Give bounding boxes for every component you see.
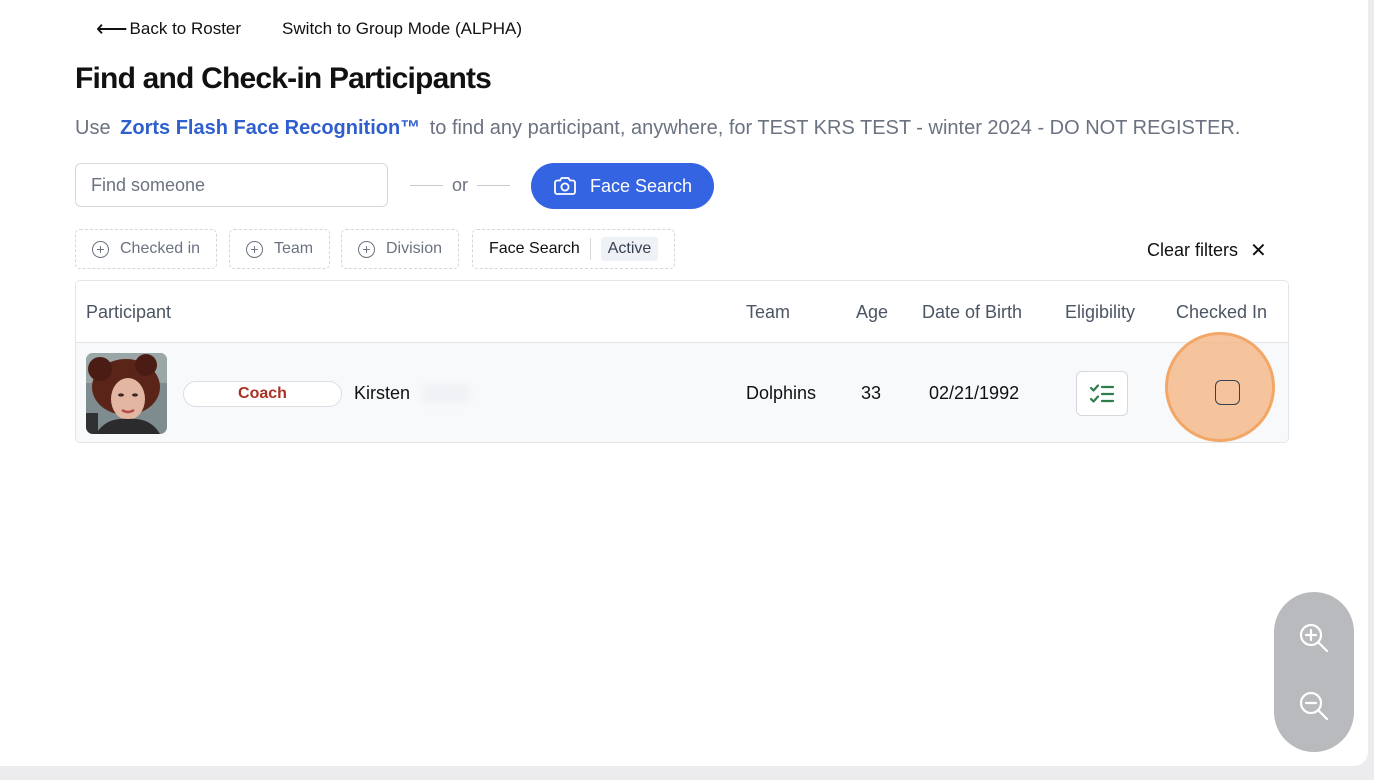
filter-chip-checked-in[interactable]: + Checked in — [75, 229, 218, 269]
zoom-out-button[interactable] — [1296, 688, 1332, 724]
filter-chip-label: Face Search — [489, 240, 580, 257]
subtitle-prefix: Use — [75, 117, 111, 139]
redacted-last-name — [422, 384, 470, 404]
eligibility-button[interactable] — [1076, 371, 1128, 416]
zoom-in-button[interactable] — [1296, 620, 1332, 656]
face-search-button-label: Face Search — [589, 175, 693, 196]
filter-chip-face-search[interactable]: Face Search Active — [472, 229, 676, 269]
clear-filters-button[interactable]: Clear filters ✕ — [1147, 238, 1267, 263]
avatar — [86, 353, 167, 434]
zoom-in-icon — [1299, 623, 1329, 653]
or-label: or — [452, 175, 469, 195]
zoom-out-icon — [1299, 691, 1329, 721]
column-header-participant: Participant — [86, 302, 172, 322]
checked-in-checkbox[interactable] — [1215, 380, 1240, 405]
plus-circle-icon: + — [92, 240, 109, 258]
checklist-icon — [1089, 383, 1115, 403]
filter-chip-label: Division — [386, 240, 443, 257]
participant-photo — [86, 353, 167, 434]
close-icon: ✕ — [1250, 240, 1267, 262]
subtitle-suffix: to find any participant, anywhere, for T… — [429, 117, 1241, 139]
team-cell: Dolphins — [746, 383, 817, 403]
brand-name: Zorts Flash Face Recognition™ — [120, 117, 421, 139]
zoom-controls — [1274, 592, 1354, 752]
arrow-left-icon: ⟵ — [96, 16, 128, 41]
filter-chip-team[interactable]: + Team — [229, 229, 331, 269]
column-header-checked-in: Checked In — [1176, 302, 1268, 322]
filter-chip-label: Checked in — [120, 240, 201, 257]
find-someone-input[interactable] — [75, 163, 388, 207]
separator-line-left — [410, 185, 443, 186]
clear-filters-label: Clear filters — [1147, 240, 1239, 260]
face-search-button[interactable]: Face Search — [531, 163, 714, 209]
plus-circle-icon: + — [358, 240, 375, 258]
back-to-roster-label: Back to Roster — [129, 19, 242, 38]
column-header-date-of-birth: Date of Birth — [922, 302, 1023, 322]
participant-name: Kirsten — [354, 383, 411, 403]
or-separator: or — [410, 175, 511, 196]
table-row[interactable]: Coach Kirsten Dolphins 33 02/21/1992 — [76, 332, 1288, 442]
filter-chip-value: Active — [600, 237, 659, 261]
role-badge: Coach — [183, 381, 342, 407]
column-header-team: Team — [746, 302, 791, 322]
dob-cell: 02/21/1992 — [929, 383, 1020, 403]
column-header-age: Age — [856, 302, 889, 322]
chip-divider — [589, 238, 591, 260]
back-to-roster-link[interactable]: ⟵ Back to Roster — [96, 18, 241, 40]
participants-table: Participant Team Age Date of Birth Eligi… — [75, 280, 1289, 443]
column-header-eligibility: Eligibility — [1065, 302, 1136, 322]
top-nav: ⟵ Back to Roster Switch to Group Mode (A… — [96, 18, 522, 40]
table-header: Participant Team Age Date of Birth Eligi… — [76, 281, 1288, 343]
page-title: Find and Check-in Participants — [75, 62, 492, 95]
age-cell: 33 — [861, 383, 882, 403]
filter-chip-label: Team — [274, 240, 314, 257]
camera-icon — [554, 177, 576, 195]
check-in-page: ⟵ Back to Roster Switch to Group Mode (A… — [0, 0, 1368, 766]
page-subtitle: Use Zorts Flash Face Recognition™ to fin… — [75, 117, 1240, 140]
separator-line-right — [477, 185, 511, 186]
switch-group-mode-link[interactable]: Switch to Group Mode (ALPHA) — [282, 19, 522, 39]
plus-circle-icon: + — [246, 240, 263, 258]
filter-chip-division[interactable]: + Division — [341, 229, 460, 269]
